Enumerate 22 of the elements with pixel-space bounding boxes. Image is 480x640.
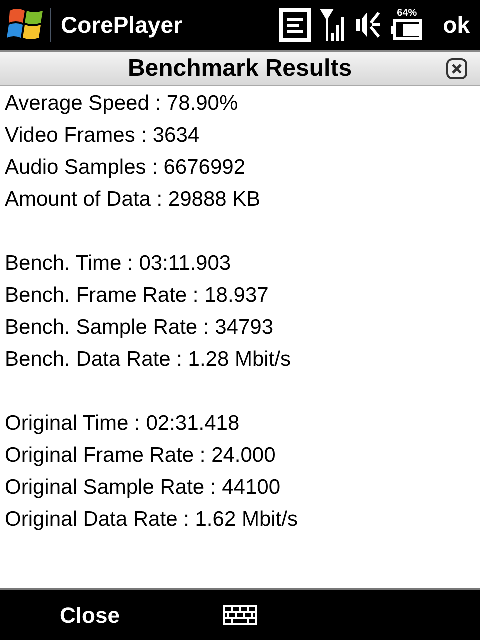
result-line: Original Sample Rate : 44100 bbox=[5, 475, 282, 501]
close-icon[interactable] bbox=[446, 58, 468, 80]
speaker-icon[interactable] bbox=[355, 9, 382, 41]
result-line: Bench. Time : 03:11.903 bbox=[5, 251, 232, 277]
keyboard-icon[interactable] bbox=[223, 605, 257, 625]
result-line: Bench. Data Rate : 1.28 Mbit/s bbox=[5, 347, 292, 373]
signal-icon[interactable] bbox=[319, 7, 346, 43]
app-title: CorePlayer bbox=[61, 10, 182, 40]
result-line: Amount of Data : 29888 KB bbox=[5, 187, 262, 213]
result-line: Audio Samples : 6676992 bbox=[5, 155, 247, 181]
result-line: Bench. Sample Rate : 34793 bbox=[5, 315, 275, 341]
ok-button[interactable]: ok bbox=[443, 8, 470, 42]
result-line: Original Time : 02:31.418 bbox=[5, 411, 241, 437]
result-line: Bench. Frame Rate : 18.937 bbox=[5, 283, 270, 309]
battery-icon[interactable] bbox=[391, 19, 424, 41]
result-line: Average Speed : 78.90% bbox=[5, 91, 240, 117]
notification-icon[interactable] bbox=[279, 8, 312, 42]
dialog-title: Benchmark Results bbox=[126, 54, 354, 84]
battery-percentage: 64% bbox=[397, 9, 418, 19]
result-line: Original Data Rate : 1.62 Mbit/s bbox=[5, 507, 299, 533]
result-line: Original Frame Rate : 24.000 bbox=[5, 443, 277, 469]
result-line: Video Frames : 3634 bbox=[5, 123, 201, 149]
